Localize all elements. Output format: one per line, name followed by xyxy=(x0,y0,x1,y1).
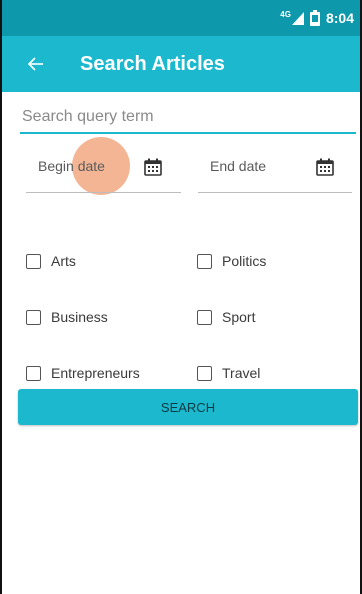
checkbox-label: Politics xyxy=(222,253,267,269)
checkbox[interactable] xyxy=(197,253,212,269)
checkbox[interactable] xyxy=(26,365,41,381)
end-date-picker[interactable]: End date xyxy=(198,150,352,193)
category-checkbox-entrepreneurs[interactable]: Entrepreneurs xyxy=(26,363,140,383)
status-time: 8:04 xyxy=(325,10,354,26)
end-date-label: End date xyxy=(210,158,267,174)
category-checkbox-arts[interactable]: Arts xyxy=(26,251,76,271)
category-checkbox-travel[interactable]: Travel xyxy=(197,363,260,383)
network-type: 4G xyxy=(280,10,291,19)
category-checkbox-politics[interactable]: Politics xyxy=(197,251,266,271)
calendar-icon[interactable] xyxy=(144,158,162,176)
checkbox-label: Business xyxy=(51,309,108,325)
checkbox[interactable] xyxy=(26,309,41,325)
app-screen: 4G 8:04 Search Articles Begi xyxy=(0,0,362,594)
category-checkbox-business[interactable]: Business xyxy=(26,307,108,327)
category-checkbox-sport[interactable]: Sport xyxy=(197,307,255,327)
checkbox[interactable] xyxy=(26,253,41,269)
checkbox-label: Arts xyxy=(51,253,76,269)
begin-date-picker[interactable]: Begin date xyxy=(26,150,181,193)
search-query-input[interactable] xyxy=(20,106,356,134)
signal-indicator: 4G xyxy=(280,11,304,25)
signal-icon xyxy=(291,12,304,25)
calendar-icon[interactable] xyxy=(316,158,334,176)
checkbox-label: Travel xyxy=(222,365,261,381)
battery-icon xyxy=(309,10,320,26)
checkbox[interactable] xyxy=(197,365,212,381)
checkbox-label: Entrepreneurs xyxy=(51,365,140,381)
status-icons: 4G 8:04 xyxy=(280,0,354,36)
back-button[interactable] xyxy=(22,50,50,78)
search-button[interactable]: SEARCH xyxy=(18,389,358,425)
page-title: Search Articles xyxy=(80,53,225,75)
app-bar: Search Articles xyxy=(2,36,360,92)
checkbox[interactable] xyxy=(197,309,212,325)
status-bar: 4G 8:04 xyxy=(2,0,360,36)
arrow-left-icon xyxy=(28,57,43,71)
begin-date-label: Begin date xyxy=(38,158,105,174)
checkbox-label: Sport xyxy=(222,309,256,325)
